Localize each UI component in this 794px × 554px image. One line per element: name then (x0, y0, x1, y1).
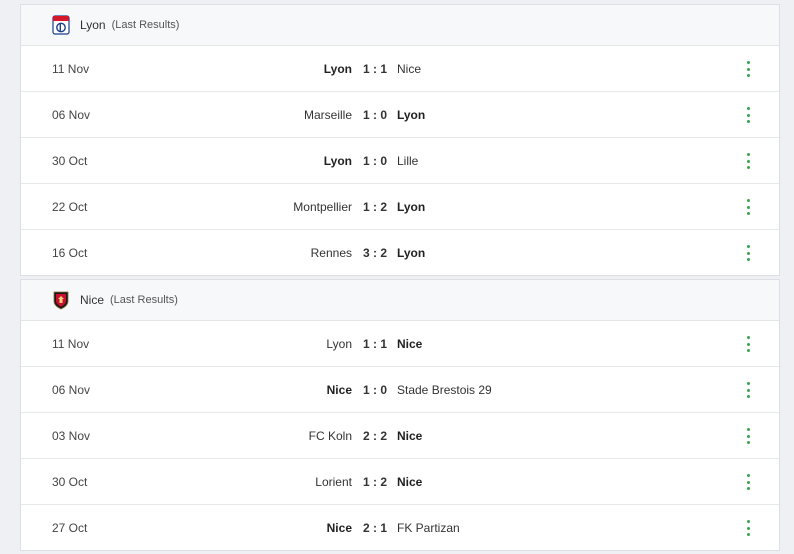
away-team: Nice (397, 474, 423, 489)
more-options-icon[interactable] (747, 61, 751, 77)
home-team: Lyon (323, 153, 352, 168)
more-options-icon[interactable] (747, 107, 751, 123)
match-score: 1 : 1 (363, 61, 388, 76)
match-row[interactable]: 27 Oct Nice 2 : 1 FK Partizan (21, 505, 779, 550)
more-options-icon[interactable] (747, 474, 751, 490)
more-options-icon[interactable] (747, 428, 751, 444)
match-row[interactable]: 03 Nov FC Koln 2 : 2 Nice (21, 413, 779, 459)
match-row[interactable]: 16 Oct Rennes 3 : 2 Lyon (21, 230, 779, 275)
section-team-name: Lyon (80, 18, 106, 32)
match-score: 3 : 2 (363, 245, 388, 260)
match-score: 1 : 2 (363, 474, 388, 489)
home-team: FC Koln (308, 428, 352, 443)
more-options-icon[interactable] (747, 199, 751, 215)
lyon-crest-icon (52, 15, 70, 35)
match-date: 11 Nov (52, 336, 90, 351)
match-date: 27 Oct (52, 520, 88, 535)
more-options-icon[interactable] (747, 520, 751, 536)
away-team: Lille (397, 153, 419, 168)
match-date: 06 Nov (52, 107, 91, 122)
match-score: 1 : 0 (363, 382, 388, 397)
match-date: 22 Oct (52, 199, 88, 214)
results-container: Lyon (Last Results) 11 Nov Lyon 1 : 1 Ni… (20, 4, 780, 554)
home-team: Lorient (315, 474, 352, 489)
more-options-icon[interactable] (747, 336, 751, 352)
more-options-icon[interactable] (747, 382, 751, 398)
section-team-name: Nice (80, 293, 105, 307)
section-header: Nice (Last Results) (21, 280, 779, 321)
match-score: 1 : 1 (363, 336, 388, 351)
match-score: 1 : 0 (363, 107, 388, 122)
match-date: 03 Nov (52, 428, 91, 443)
match-date: 11 Nov (52, 61, 90, 76)
away-team: FK Partizan (397, 520, 460, 535)
home-team: Lyon (323, 61, 352, 76)
away-team: Nice (397, 61, 422, 76)
match-date: 06 Nov (52, 382, 91, 397)
home-team: Marseille (303, 107, 352, 122)
match-row[interactable]: 30 Oct Lorient 1 : 2 Nice (21, 459, 779, 505)
nice-crest-icon (52, 290, 70, 310)
away-team: Lyon (397, 199, 426, 214)
match-score: 1 : 0 (363, 153, 388, 168)
home-team: Lyon (326, 336, 352, 351)
away-team: Nice (397, 336, 423, 351)
match-score: 1 : 2 (363, 199, 388, 214)
team-results-section: Nice (Last Results) 11 Nov Lyon 1 : 1 Ni… (20, 279, 780, 551)
home-team: Nice (326, 382, 352, 397)
section-header: Lyon (Last Results) (21, 5, 779, 46)
match-date: 30 Oct (52, 474, 88, 489)
match-row[interactable]: 06 Nov Nice 1 : 0 Stade Brestois 29 (21, 367, 779, 413)
section-subtitle: (Last Results) (111, 19, 180, 31)
match-score: 2 : 2 (363, 428, 388, 443)
away-team: Stade Brestois 29 (397, 382, 492, 397)
more-options-icon[interactable] (747, 153, 751, 169)
away-team: Nice (397, 428, 423, 443)
match-date: 16 Oct (52, 245, 88, 260)
team-results-section: Lyon (Last Results) 11 Nov Lyon 1 : 1 Ni… (20, 4, 780, 276)
home-team: Nice (326, 520, 352, 535)
home-team: Rennes (310, 245, 352, 260)
match-row[interactable]: 22 Oct Montpellier 1 : 2 Lyon (21, 184, 779, 230)
away-team: Lyon (397, 107, 426, 122)
match-date: 30 Oct (52, 153, 88, 168)
match-row[interactable]: 11 Nov Lyon 1 : 1 Nice (21, 46, 779, 92)
away-team: Lyon (397, 245, 426, 260)
more-options-icon[interactable] (747, 245, 751, 261)
match-row[interactable]: 06 Nov Marseille 1 : 0 Lyon (21, 92, 779, 138)
section-subtitle: (Last Results) (110, 294, 178, 306)
match-score: 2 : 1 (363, 520, 388, 535)
match-row[interactable]: 30 Oct Lyon 1 : 0 Lille (21, 138, 779, 184)
home-team: Montpellier (293, 199, 352, 214)
match-row[interactable]: 11 Nov Lyon 1 : 1 Nice (21, 321, 779, 367)
